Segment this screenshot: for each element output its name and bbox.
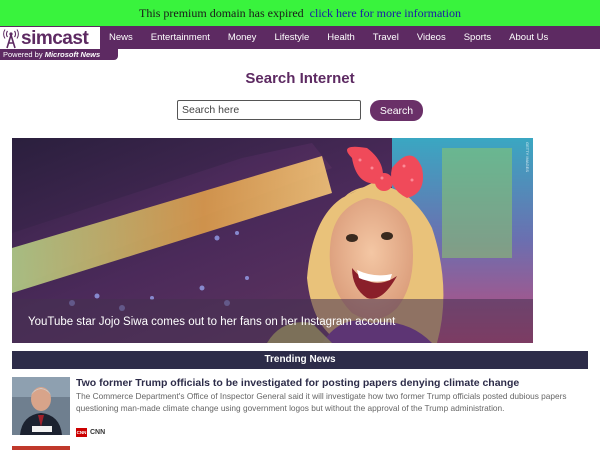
news-article[interactable]: Two former Trump officials to be investi… bbox=[12, 377, 588, 439]
powered-by-prefix: Powered by bbox=[3, 50, 43, 59]
cnn-logo-icon: CNN bbox=[76, 428, 87, 437]
nav-item-health[interactable]: Health bbox=[318, 32, 363, 43]
article-description: The Commerce Department's Office of Insp… bbox=[76, 391, 567, 413]
article-thumbnail-image bbox=[12, 377, 70, 435]
nav-item-entertainment[interactable]: Entertainment bbox=[142, 32, 219, 43]
nav-item-videos[interactable]: Videos bbox=[408, 32, 455, 43]
nav-item-lifestyle[interactable]: Lifestyle bbox=[265, 32, 318, 43]
nav-item-about-us[interactable]: About Us bbox=[500, 32, 557, 43]
search-input[interactable] bbox=[177, 100, 361, 120]
hero-story[interactable]: GETTY IMAGES YouTube star Jojo Siwa come… bbox=[12, 138, 533, 343]
search-button[interactable]: Search bbox=[370, 100, 423, 121]
logo-box: simcast bbox=[0, 27, 100, 50]
hero-photo-credit: GETTY IMAGES bbox=[525, 142, 530, 172]
next-article-thumbnail[interactable] bbox=[12, 446, 70, 450]
nav-item-travel[interactable]: Travel bbox=[364, 32, 408, 43]
powered-by-brand: Microsoft News bbox=[44, 50, 101, 59]
article-source: CNN CNN bbox=[76, 428, 105, 437]
trending-news-header: Trending News bbox=[12, 351, 588, 369]
article-title[interactable]: Two former Trump officials to be investi… bbox=[76, 377, 519, 389]
nav-item-money[interactable]: Money bbox=[219, 32, 266, 43]
search-title: Search Internet bbox=[245, 70, 355, 87]
hero-caption[interactable]: YouTube star Jojo Siwa comes out to her … bbox=[28, 316, 395, 328]
banner-text: This premium domain has expired bbox=[139, 5, 304, 20]
broadcast-tower-icon bbox=[3, 28, 19, 48]
banner-info-link[interactable]: click here for more information bbox=[310, 6, 461, 21]
expired-domain-banner: This premium domain has expired click he… bbox=[0, 0, 600, 26]
nav-menu: News Entertainment Money Lifestyle Healt… bbox=[100, 26, 557, 49]
logo-wordmark: simcast bbox=[21, 27, 89, 49]
powered-by-label: Powered by Microsoft News bbox=[0, 49, 118, 60]
article-thumbnail[interactable] bbox=[12, 377, 70, 435]
site-logo[interactable]: simcast Powered by Microsoft News bbox=[0, 26, 120, 60]
nav-item-sports[interactable]: Sports bbox=[455, 32, 500, 43]
article-source-name: CNN bbox=[90, 429, 106, 436]
